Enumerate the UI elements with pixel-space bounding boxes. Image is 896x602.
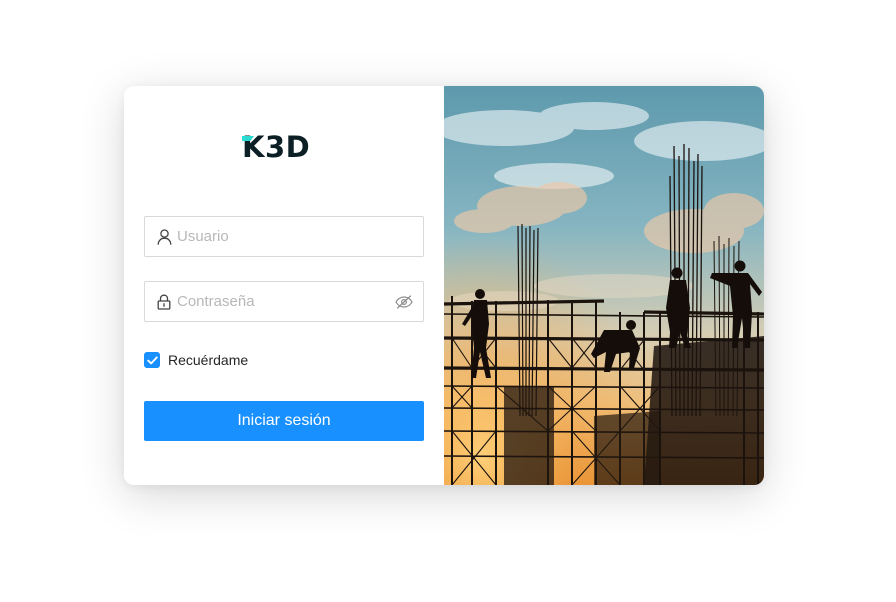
username-field[interactable] (144, 216, 424, 257)
eye-invisible-icon[interactable] (395, 293, 413, 311)
login-page: K3D Usuario Recuérdame Iniciar sesión (0, 0, 896, 602)
construction-illustration (444, 86, 764, 485)
user-icon (156, 228, 172, 245)
login-form-panel: K3D Usuario Recuérdame Iniciar sesión (124, 86, 444, 485)
remember-me-label: Recuérdame (168, 352, 249, 368)
lock-icon (156, 294, 172, 310)
check-icon (146, 355, 158, 364)
checkbox-box[interactable] (144, 352, 160, 368)
login-card: K3D Usuario Recuérdame Iniciar sesión (124, 86, 764, 485)
password-field[interactable] (144, 281, 424, 322)
login-button[interactable]: Iniciar sesión (144, 401, 424, 441)
brand-logo: K3D (242, 131, 326, 163)
logo-text: K3D (242, 130, 311, 164)
remember-me-checkbox[interactable]: Recuérdame (144, 352, 248, 368)
password-input[interactable] (177, 286, 395, 317)
username-input[interactable] (177, 221, 423, 252)
